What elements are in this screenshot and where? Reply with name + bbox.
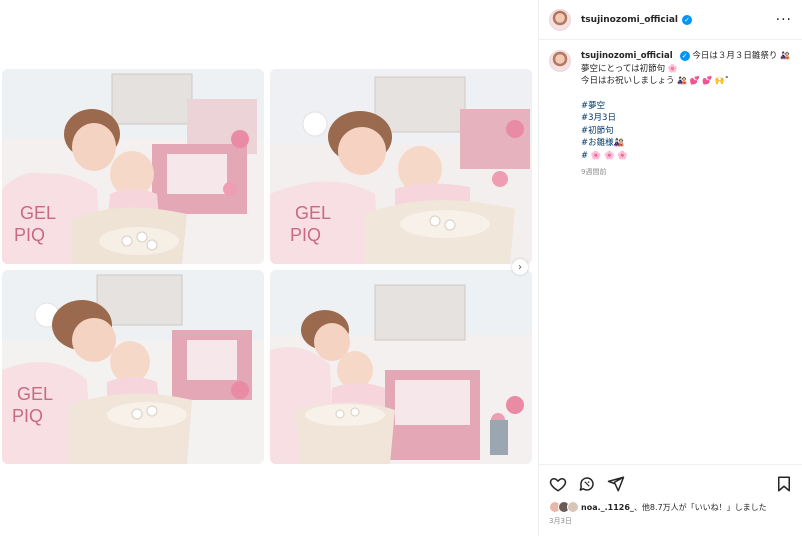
liker-avatars	[549, 501, 581, 513]
photo-baby-laughing-in-highchair[interactable]: GEL PIQ	[270, 69, 532, 264]
svg-text:GEL: GEL	[20, 203, 56, 223]
bookmark-icon[interactable]	[775, 475, 793, 493]
post-date[interactable]: 3月3日	[539, 513, 802, 526]
photo-mother-kissing-baby[interactable]: GEL PIQ	[2, 69, 264, 264]
hashtag-link[interactable]: #夢空	[581, 100, 790, 113]
hashtag-link[interactable]: #お雛様🎎	[581, 137, 790, 150]
svg-text:PIQ: PIQ	[12, 406, 43, 426]
hashtag-link[interactable]: #3月3日	[581, 112, 790, 125]
svg-text:GEL: GEL	[295, 203, 331, 223]
verified-badge-icon: ✓	[679, 51, 690, 62]
photo-mother-leaning-to-baby[interactable]: GEL PIQ	[2, 270, 264, 464]
verified-badge-icon: ✓	[682, 14, 693, 25]
caption-text-3: 今日はお祝いしましょう	[581, 76, 675, 86]
post-sidebar: tsujinozomi_official ✓ ··· tsujinozomi_o…	[538, 0, 802, 536]
first-liker-username[interactable]: noa._.1126_	[581, 503, 634, 512]
caption-body: tsujinozomi_official ✓ 今日は３月３日雛祭り 🎎 夢空にとっ…	[581, 50, 790, 179]
caption-line-3: 今日はお祝いしましょう 🎎 💕 💕 🙌˚	[581, 75, 790, 88]
caption-text-2: 夢空にとっては初節句	[581, 63, 666, 74]
post-actions: noa._.1126_ 、他8.7万人が「いいね！」しました 3月3日	[539, 464, 802, 536]
header-username[interactable]: tsujinozomi_official	[581, 15, 678, 25]
likes-summary: noa._.1126_ 、他8.7万人が「いいね！」しました	[539, 493, 802, 513]
share-icon[interactable]	[607, 475, 625, 493]
caption-line-1: tsujinozomi_official ✓ 今日は３月３日雛祭り 🎎	[581, 50, 790, 63]
caption-text-1: 今日は３月３日雛祭り	[692, 51, 778, 61]
svg-text:PIQ: PIQ	[14, 225, 45, 245]
likes-count-text[interactable]: 、他8.7万人が「いいね！」しました	[634, 502, 767, 513]
post-caption: tsujinozomi_official ✓ 今日は３月３日雛祭り 🎎 夢空にとっ…	[539, 40, 802, 179]
svg-text:GEL: GEL	[17, 384, 53, 404]
caption-avatar[interactable]	[549, 50, 571, 72]
comment-icon[interactable]	[578, 475, 596, 493]
hashtag-link[interactable]: # 🌸 🌸 🌸	[581, 150, 790, 163]
instagram-post: GEL PIQ GEL PIQ GEL PIQ › tsujinozomi_of…	[0, 0, 802, 536]
action-bar	[539, 465, 802, 493]
carousel-next-button[interactable]: ›	[512, 259, 528, 275]
photo-mother-and-baby-hina-dolls[interactable]	[270, 270, 532, 464]
celebration-emoji: 🎎 💕 💕 🙌˚	[677, 76, 729, 85]
caption-line-2: 夢空にとっては初節句 🌸	[581, 63, 790, 76]
hashtag-link[interactable]: #初節句	[581, 125, 790, 138]
chevron-right-icon: ›	[518, 261, 522, 273]
caption-timestamp[interactable]: 9週間前	[581, 166, 790, 179]
svg-text:PIQ: PIQ	[290, 225, 321, 245]
ellipsis-icon[interactable]: ···	[776, 12, 792, 28]
post-header: tsujinozomi_official ✓ ···	[539, 0, 802, 40]
heart-icon[interactable]	[549, 475, 567, 493]
hina-doll-emoji: 🎎	[780, 51, 791, 60]
blossom-emoji: 🌸	[667, 63, 678, 73]
caption-username[interactable]: tsujinozomi_official	[581, 51, 673, 61]
post-media[interactable]: GEL PIQ GEL PIQ GEL PIQ ›	[0, 0, 538, 536]
avatar[interactable]	[549, 8, 571, 31]
avatar	[567, 501, 579, 513]
